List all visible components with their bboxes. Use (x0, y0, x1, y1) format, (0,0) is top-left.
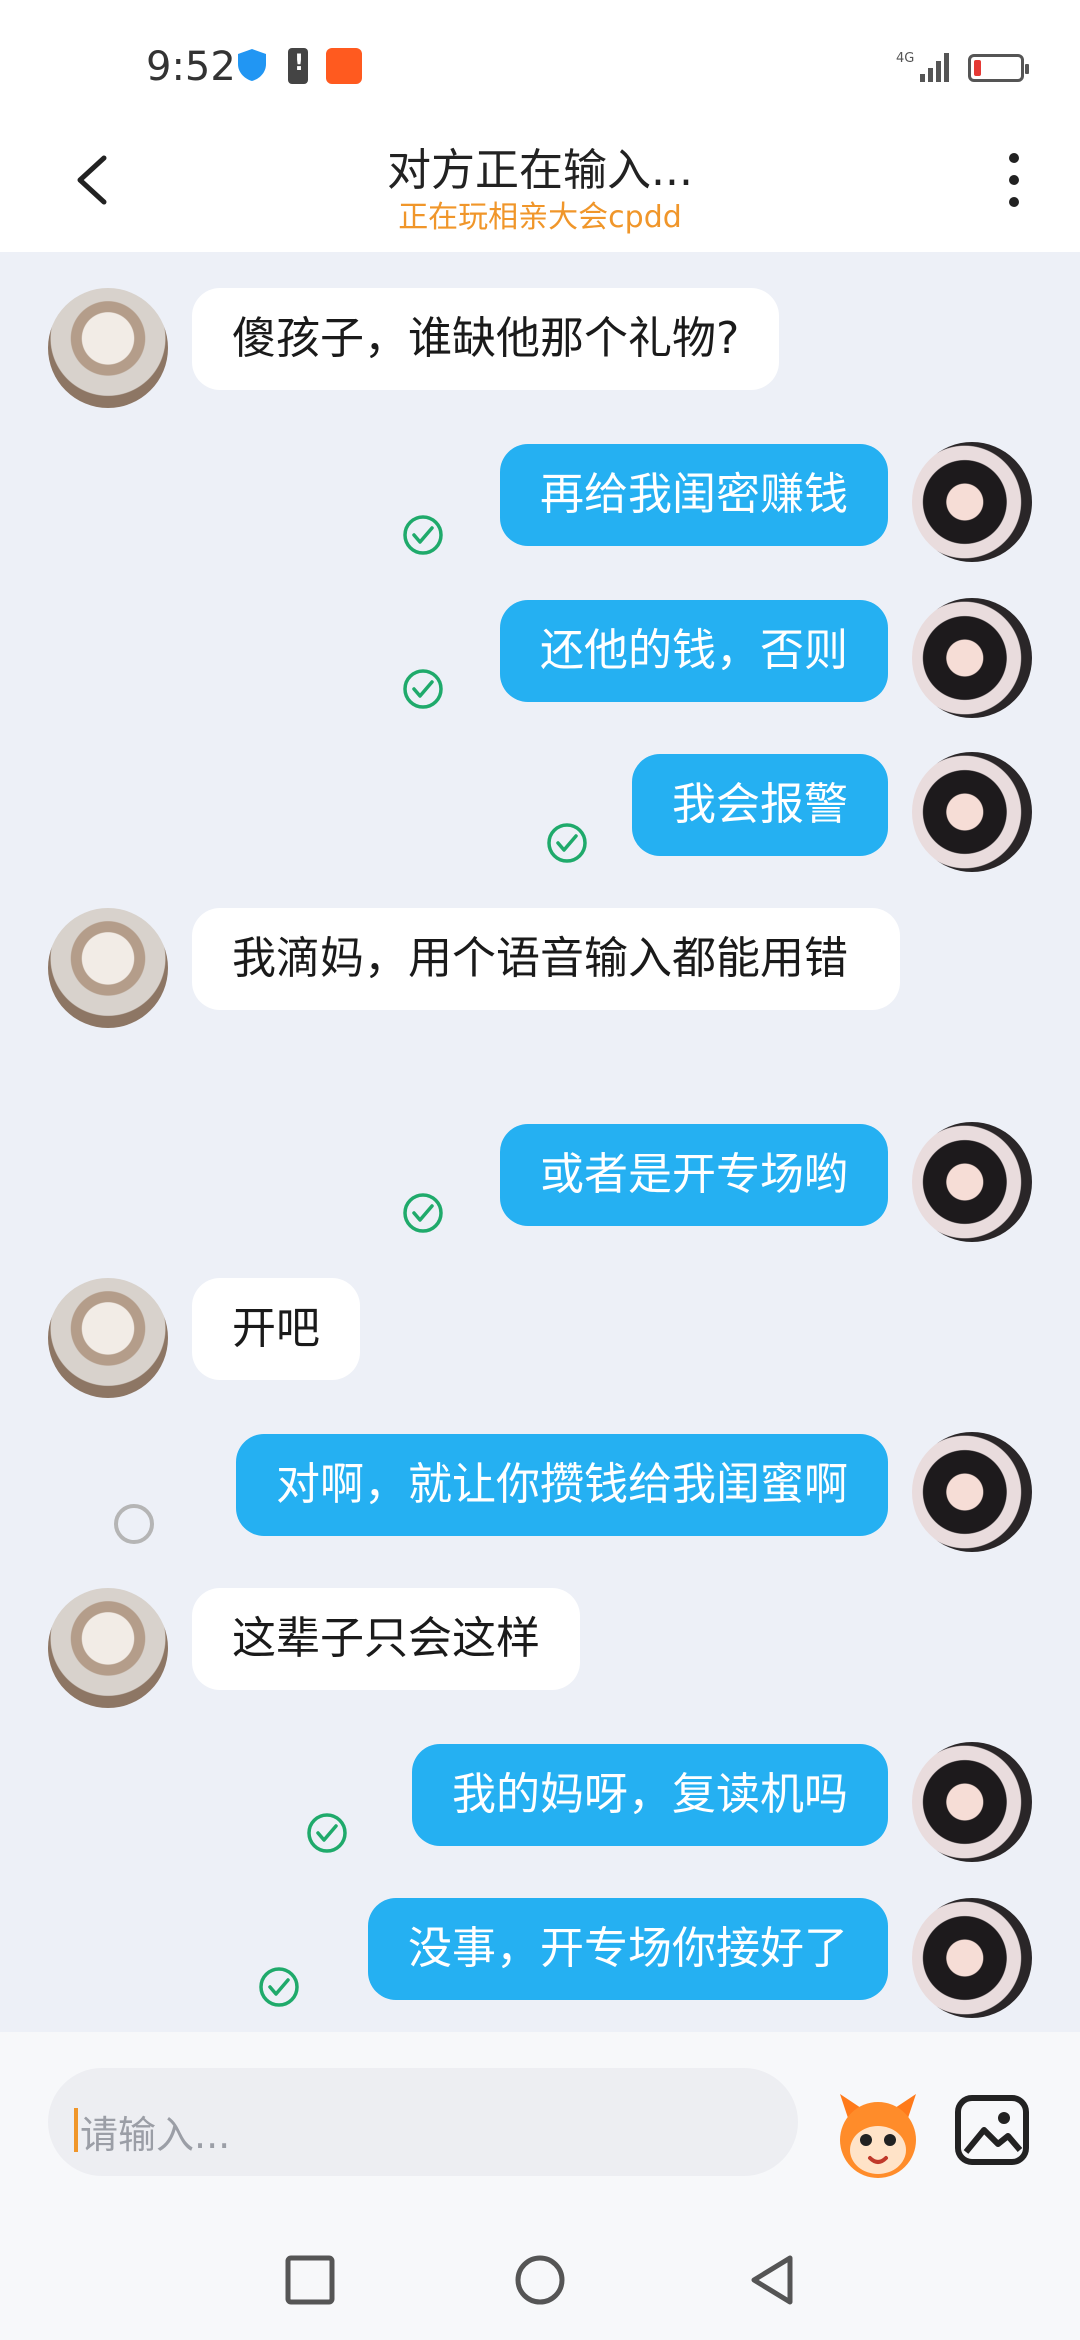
chat-message-list[interactable]: 傻孩子，谁缺他那个礼物? 再给我闺密赚钱 还他的钱，否则 我会报警 我滴妈，用个… (0, 252, 1080, 2032)
contact-avatar[interactable] (48, 1278, 168, 1398)
contact-avatar[interactable] (48, 1588, 168, 1708)
received-message-bubble[interactable]: 傻孩子，谁缺他那个礼物? (192, 288, 780, 390)
shield-icon (238, 49, 266, 81)
chat-subtitle: 正在玩相亲大会cpdd (398, 200, 682, 235)
status-bar: 9:52 4G (0, 0, 1080, 120)
sent-message-bubble[interactable]: 或者是开专场哟 (500, 1124, 888, 1226)
app-notification-icon (326, 48, 362, 84)
image-picker-icon[interactable] (952, 2090, 1032, 2170)
network-label: 4G (896, 51, 914, 66)
my-avatar[interactable] (912, 442, 1032, 562)
received-message-bubble[interactable]: 开吧 (192, 1278, 360, 1380)
contact-avatar[interactable] (48, 908, 168, 1028)
sent-message-bubble[interactable]: 我的妈呀，复读机吗 (412, 1744, 888, 1846)
input-bar: 请输入... (0, 2032, 1080, 2200)
battery-low-icon (968, 54, 1029, 82)
my-avatar[interactable] (912, 598, 1032, 718)
battery-alert-icon (288, 48, 308, 84)
sent-message-bubble[interactable]: 还他的钱，否则 (500, 600, 888, 702)
read-check-icon (307, 1813, 347, 1853)
text-caret (74, 2108, 78, 2152)
back-button[interactable] (744, 2252, 800, 2308)
my-avatar[interactable] (912, 1742, 1032, 1862)
contact-avatar[interactable] (48, 288, 168, 408)
read-check-icon (547, 823, 587, 863)
home-button[interactable] (512, 2252, 568, 2308)
sent-message-bubble[interactable]: 没事，开专场你接好了 (368, 1898, 888, 2000)
received-message-bubble[interactable]: 这辈子只会这样 (192, 1588, 580, 1690)
sent-message-bubble[interactable]: 对啊，就让你攒钱给我闺蜜啊 (236, 1434, 888, 1536)
sent-message-bubble[interactable]: 我会报警 (632, 754, 888, 856)
status-time: 9:52 (146, 44, 236, 90)
my-avatar[interactable] (912, 752, 1032, 872)
read-check-icon (259, 1967, 299, 2007)
emoji-mascot-icon[interactable] (830, 2088, 926, 2184)
my-avatar[interactable] (912, 1122, 1032, 1242)
chat-title: 对方正在输入... (387, 145, 693, 196)
message-input-placeholder: 请输入... (80, 2113, 231, 2157)
read-check-icon (403, 515, 443, 555)
my-avatar[interactable] (912, 1898, 1032, 2018)
chat-header: 对方正在输入... 正在玩相亲大会cpdd (0, 120, 1080, 252)
read-check-icon (403, 1193, 443, 1233)
signal-4g-icon: 4G (896, 51, 949, 82)
pending-status-icon (114, 1504, 154, 1544)
system-nav-bar (0, 2200, 1080, 2340)
received-message-bubble[interactable]: 我滴妈，用个语音输入都能用错 (192, 908, 900, 1010)
sent-message-bubble[interactable]: 再给我闺密赚钱 (500, 444, 888, 546)
more-options-icon[interactable] (996, 148, 1032, 212)
recent-apps-button[interactable] (282, 2252, 338, 2308)
my-avatar[interactable] (912, 1432, 1032, 1552)
read-check-icon (403, 669, 443, 709)
